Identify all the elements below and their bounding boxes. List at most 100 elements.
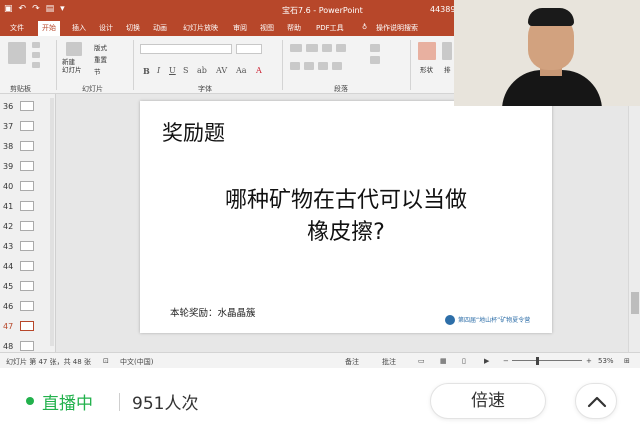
thumbnail-item[interactable]: 45 xyxy=(0,278,55,296)
org-logo-icon xyxy=(445,315,455,325)
thumbnail-item[interactable]: 46 xyxy=(0,298,55,316)
zoom-in-icon[interactable]: + xyxy=(586,357,592,365)
save-icon[interactable]: ▣ xyxy=(4,4,13,14)
thumbnail-item[interactable]: 44 xyxy=(0,258,55,276)
align-text-icon[interactable] xyxy=(370,56,380,64)
shapes-icon[interactable] xyxy=(418,42,436,60)
editor-vertical-scrollbar[interactable] xyxy=(628,94,640,352)
thumbnail-item[interactable]: 39 xyxy=(0,158,55,176)
reading-view-icon[interactable]: ▯ xyxy=(462,357,466,365)
zoom-level[interactable]: 53% xyxy=(598,357,614,365)
fit-to-window-icon[interactable]: ⊞ xyxy=(624,357,630,365)
decrease-indent-icon[interactable] xyxy=(322,44,332,52)
bullets-icon[interactable] xyxy=(290,44,302,52)
numbering-icon[interactable] xyxy=(306,44,318,52)
tab-design[interactable]: 设计 xyxy=(99,23,113,33)
format-painter-icon[interactable] xyxy=(32,62,40,68)
reset-button[interactable]: 重置 xyxy=(94,54,107,64)
spelling-icon[interactable]: ⊡ xyxy=(103,357,109,365)
thumbnail-number: 41 xyxy=(3,202,14,211)
text-direction-icon[interactable] xyxy=(370,44,380,52)
customize-qat-icon[interactable]: ▾ xyxy=(60,4,65,14)
collapse-button[interactable] xyxy=(575,383,617,419)
playback-speed-button[interactable]: 倍速 xyxy=(430,383,546,419)
webcam-video xyxy=(454,0,640,106)
thumbnail-item[interactable]: 40 xyxy=(0,178,55,196)
zoom-slider[interactable] xyxy=(512,360,582,361)
thumbnail-image xyxy=(20,241,34,251)
quick-access-toolbar: ▣ ↶ ↷ ▤ ▾ xyxy=(4,4,65,14)
slide-sorter-icon[interactable]: ▦ xyxy=(440,357,447,365)
thumbnail-item[interactable]: 48 xyxy=(0,338,55,352)
comments-button[interactable]: 批注 xyxy=(382,357,396,367)
redo-icon[interactable]: ↷ xyxy=(32,4,40,14)
align-center-icon[interactable] xyxy=(304,62,314,70)
thumbnail-item-selected[interactable]: 47 xyxy=(0,318,55,336)
shapes-button[interactable]: 形状 xyxy=(420,64,433,74)
copy-icon[interactable] xyxy=(32,52,40,58)
font-color-icon[interactable]: A xyxy=(256,66,262,75)
tab-animations[interactable]: 动画 xyxy=(153,23,167,33)
normal-view-icon[interactable]: ▭ xyxy=(418,357,425,365)
change-case-icon[interactable]: Aa xyxy=(236,66,247,75)
italic-icon[interactable]: I xyxy=(157,66,160,75)
scrollbar-thumb[interactable] xyxy=(631,292,639,314)
thumbnail-image xyxy=(20,181,34,191)
tab-transitions[interactable]: 切换 xyxy=(126,23,140,33)
slide-question-line1: 哪种矿物在古代可以当做 xyxy=(224,188,467,213)
font-name-select[interactable] xyxy=(140,44,232,54)
tab-view[interactable]: 视图 xyxy=(260,23,274,33)
new-slide-icon[interactable] xyxy=(66,42,82,56)
tab-insert[interactable]: 插入 xyxy=(72,23,86,33)
tab-pdf-tools[interactable]: PDF工具 xyxy=(316,23,344,33)
start-slideshow-icon[interactable]: ▤ xyxy=(46,4,55,14)
zoom-out-icon[interactable]: − xyxy=(503,357,509,365)
new-slide-button[interactable]: 新建 幻灯片 xyxy=(62,58,82,74)
thumbnail-image xyxy=(20,201,34,211)
notes-button[interactable]: 备注 xyxy=(345,357,359,367)
thumbnail-item[interactable]: 42 xyxy=(0,218,55,236)
strikethrough-icon[interactable]: ab xyxy=(197,66,207,75)
tab-review[interactable]: 审阅 xyxy=(233,23,247,33)
thumbnail-image xyxy=(20,341,34,351)
thumbnail-item[interactable]: 37 xyxy=(0,118,55,136)
slide-question-line2: 橡皮擦? xyxy=(307,220,385,245)
thumbnail-scrollbar[interactable] xyxy=(50,98,54,346)
slide-title[interactable]: 奖励题 xyxy=(162,117,225,147)
tab-help[interactable]: 帮助 xyxy=(287,23,301,33)
language-status[interactable]: 中文(中国) xyxy=(120,357,153,367)
arrange-icon[interactable] xyxy=(442,42,452,60)
tell-me-search[interactable]: 操作说明搜索 xyxy=(376,23,418,33)
paste-icon[interactable] xyxy=(8,42,26,64)
thumbnail-number: 37 xyxy=(3,122,14,131)
cut-icon[interactable] xyxy=(32,42,40,48)
thumbnail-number: 48 xyxy=(3,342,14,351)
char-spacing-icon[interactable]: AV xyxy=(216,66,227,75)
thumbnail-item[interactable]: 38 xyxy=(0,138,55,156)
slide-prize-text[interactable]: 本轮奖励：水晶晶簇 xyxy=(170,305,256,319)
increase-indent-icon[interactable] xyxy=(336,44,346,52)
section-button[interactable]: 节 xyxy=(94,66,101,76)
align-right-icon[interactable] xyxy=(318,62,328,70)
undo-icon[interactable]: ↶ xyxy=(19,4,27,14)
slide-question[interactable]: 哪种矿物在古代可以当做 橡皮擦? xyxy=(140,185,552,249)
thumbnail-item[interactable]: 36 xyxy=(0,98,55,116)
thumbnail-image xyxy=(20,261,34,271)
layout-button[interactable]: 版式 xyxy=(94,42,107,52)
slideshow-view-icon[interactable]: ▶ xyxy=(484,357,489,365)
live-status-text: 直播中 xyxy=(42,394,93,414)
thumbnail-item[interactable]: 41 xyxy=(0,198,55,216)
thumbnail-item[interactable]: 43 xyxy=(0,238,55,256)
tab-slideshow[interactable]: 幻灯片放映 xyxy=(183,23,218,33)
bold-icon[interactable]: B xyxy=(143,66,150,76)
current-slide[interactable]: 奖励题 哪种矿物在古代可以当做 橡皮擦? 本轮奖励：水晶晶簇 第四届“地山杯”矿… xyxy=(140,101,552,333)
tab-file[interactable]: 文件 xyxy=(10,23,24,33)
underline-icon[interactable]: U xyxy=(169,66,176,75)
tab-home[interactable]: 开始 xyxy=(38,21,60,36)
arrange-button[interactable]: 排 xyxy=(444,64,451,74)
align-left-icon[interactable] xyxy=(290,62,300,70)
shadow-icon[interactable]: S xyxy=(183,66,188,75)
justify-icon[interactable] xyxy=(332,62,342,70)
zoom-slider-handle[interactable] xyxy=(536,357,539,365)
font-size-select[interactable] xyxy=(236,44,262,54)
